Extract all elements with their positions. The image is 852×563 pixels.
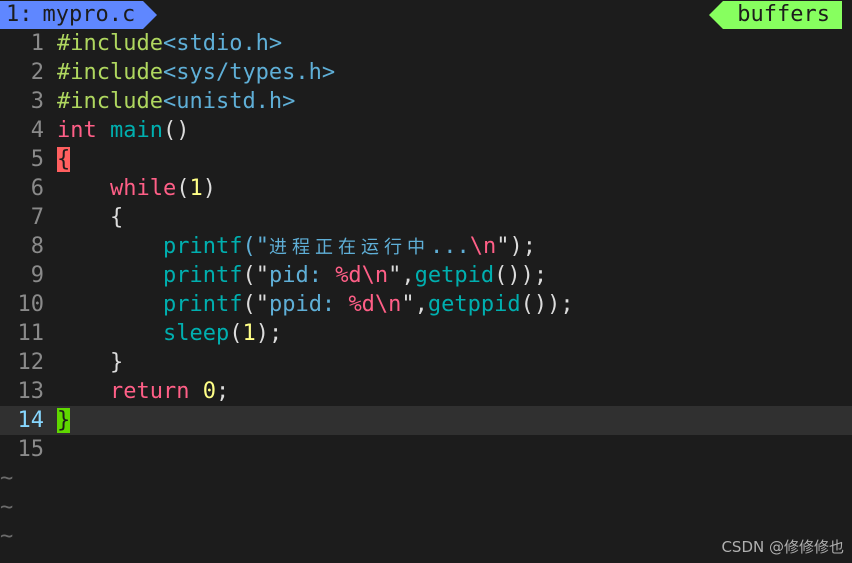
string-text: pid: <box>268 263 336 288</box>
string-close: ", <box>388 263 415 288</box>
header-name: <sys/types.h> <box>162 60 336 85</box>
brace: { <box>109 205 124 230</box>
watermark: CSDN @修修修也 <box>721 538 844 556</box>
matched-brace-close: } <box>57 408 71 433</box>
function-call: getpid <box>414 263 495 288</box>
line-number: 1 <box>30 31 44 56</box>
preprocessor-directive: #include <box>57 31 163 56</box>
string-text: 进程正在运行中 <box>268 237 430 258</box>
line-number: 14 <box>17 408 45 433</box>
tab-filename: mypro.c <box>42 2 136 27</box>
line-number: 7 <box>30 205 44 230</box>
code-line: 2 #include<sys/types.h> <box>0 58 852 87</box>
preprocessor-directive: #include <box>57 60 163 85</box>
line-number: 13 <box>17 379 45 404</box>
parens: () <box>162 118 190 143</box>
number-literal: 1 <box>242 321 256 346</box>
call-end: ); <box>255 321 283 346</box>
paren: ( <box>229 321 243 346</box>
return-keyword: return <box>109 379 190 404</box>
string-text: ppid: <box>268 292 349 317</box>
line-number: 6 <box>30 176 44 201</box>
call-end: ()); <box>520 292 574 317</box>
call-end: ()); <box>494 263 548 288</box>
function-call: printf <box>162 234 243 259</box>
function-name: main <box>110 118 163 143</box>
loop-keyword: while <box>109 176 177 201</box>
string-open: (" <box>242 234 269 259</box>
header-name: <stdio.h> <box>162 31 283 56</box>
tab-mypro-c[interactable]: 1: mypro.c <box>0 1 158 29</box>
line-number: 11 <box>17 321 45 346</box>
format-specifier: %d\n <box>335 263 389 288</box>
tabline: 1: mypro.c buffers <box>0 0 852 29</box>
function-call: printf <box>162 292 243 317</box>
string-open: (" <box>242 292 269 317</box>
cursor-line: 14} <box>0 406 852 435</box>
empty-line-marker: ~ <box>0 466 14 491</box>
number-literal: 0 <box>202 379 216 404</box>
line-number: 3 <box>30 89 44 114</box>
line-number: 9 <box>30 263 44 288</box>
line-number: 12 <box>17 350 45 375</box>
line-number: 2 <box>30 60 44 85</box>
code-line: 11 sleep(1); <box>0 319 852 348</box>
matched-brace-open: { <box>57 147 71 172</box>
string-close: "); <box>496 234 536 259</box>
code-line: 12 } <box>0 348 852 377</box>
code-line: 13 return 0; <box>0 377 852 406</box>
format-specifier: %d\n <box>348 292 402 317</box>
type-keyword: int <box>57 118 97 143</box>
brace: } <box>109 350 124 375</box>
line-number: 10 <box>17 292 45 317</box>
function-call: getppid <box>427 292 521 317</box>
string-open: (" <box>242 263 269 288</box>
code-line: 10 printf("ppid: %d\n",getppid()); <box>0 290 852 319</box>
string-text: ... <box>429 234 470 259</box>
code-line: 5{ <box>0 145 852 174</box>
code-line: 6 while(1) <box>0 174 852 203</box>
number-literal: 1 <box>189 176 203 201</box>
buffers-indicator: buffers <box>709 1 842 29</box>
tab-number: 1: <box>6 2 33 27</box>
code-line: 8 printf("进程正在运行中...\n"); <box>0 232 852 261</box>
code-line: 3 #include<unistd.h> <box>0 87 852 116</box>
preprocessor-directive: #include <box>57 89 163 114</box>
header-name: <unistd.h> <box>162 89 296 114</box>
code-line: 15 <box>0 435 852 464</box>
string-close: ", <box>401 292 428 317</box>
line-number: 15 <box>17 437 45 462</box>
semicolon: ; <box>215 379 230 404</box>
code-line: 7 { <box>0 203 852 232</box>
line-number: 5 <box>30 147 44 172</box>
paren: ( <box>176 176 190 201</box>
line-number: 4 <box>30 118 44 143</box>
code-line: 9 printf("pid: %d\n",getpid()); <box>0 261 852 290</box>
editor-buffer[interactable]: 1 #include<stdio.h> 2 #include<sys/types.h… <box>0 29 852 551</box>
line-number: 8 <box>30 234 44 259</box>
function-call: printf <box>162 263 243 288</box>
code-line: 4 int main() <box>0 116 852 145</box>
function-call: sleep <box>162 321 230 346</box>
escape-sequence: \n <box>469 234 497 259</box>
code-line: 1 #include<stdio.h> <box>0 29 852 58</box>
paren: ) <box>202 176 216 201</box>
empty-line-marker: ~ <box>0 495 14 520</box>
